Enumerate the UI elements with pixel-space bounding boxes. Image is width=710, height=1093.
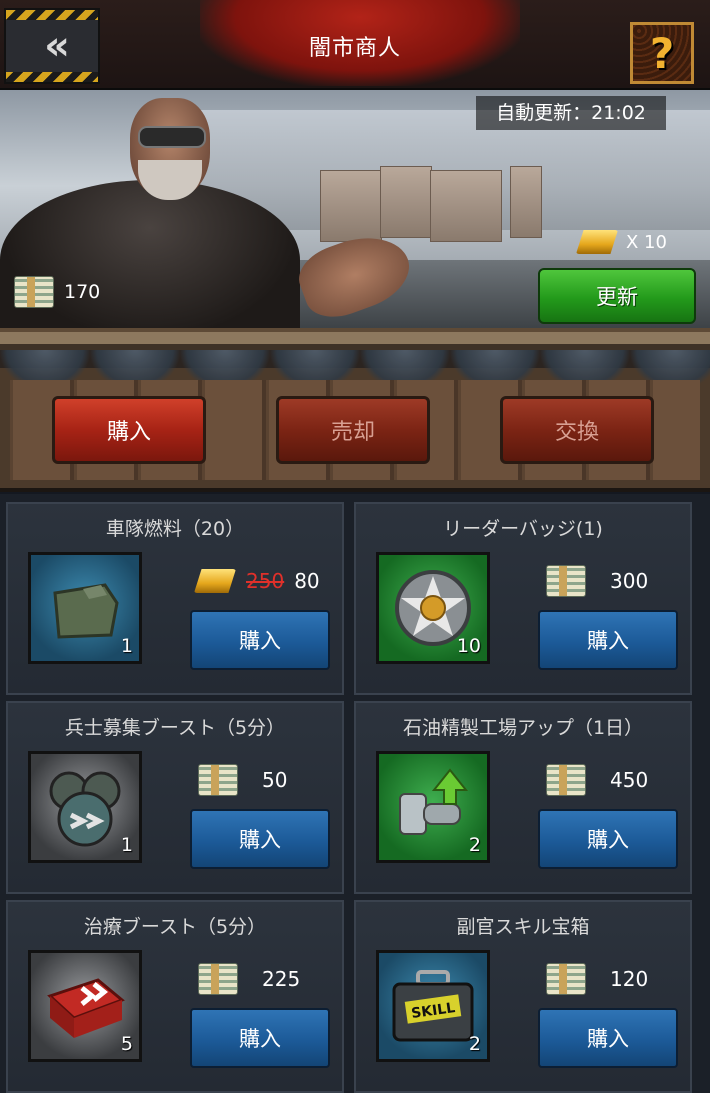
- item-thumbnail[interactable]: SKILL 2: [376, 950, 490, 1062]
- tab-exchange[interactable]: 交換: [500, 396, 654, 464]
- item-price: 300: [546, 564, 648, 598]
- item-thumbnail[interactable]: 1: [28, 552, 142, 664]
- merchant-goggles: [138, 126, 206, 148]
- help-button[interactable]: ?: [630, 22, 694, 84]
- price-value: 450: [610, 768, 649, 792]
- question-mark-icon: ?: [649, 28, 675, 78]
- medkit-icon: [47, 978, 125, 1038]
- tab-sell[interactable]: 売却: [276, 396, 430, 464]
- cargo-container: [430, 170, 502, 242]
- item-card-recruit-boost: 兵士募集ブースト（5分） 1 50 購入: [6, 701, 344, 894]
- price-value: 50: [262, 768, 288, 792]
- price-value: 120: [610, 967, 649, 991]
- item-price: 450: [546, 763, 648, 797]
- cash-stack-icon: [198, 963, 238, 995]
- item-card-oil-refinery: 石油精製工場アップ（1日） 2 450 購入: [354, 701, 692, 894]
- item-name: 副官スキル宝箱: [456, 916, 590, 938]
- item-name: 車隊燃料（20）: [105, 518, 245, 540]
- oil-barrel-upgrade-icon: [399, 768, 469, 835]
- cash-stack-icon: [14, 276, 54, 308]
- buy-button[interactable]: 購入: [538, 1008, 678, 1068]
- item-thumbnail[interactable]: 2: [376, 751, 490, 863]
- item-card-fuel: 車隊燃料（20） 1 250 80 購入: [6, 502, 344, 695]
- item-thumbnail[interactable]: 10: [376, 552, 490, 664]
- item-price: 120: [546, 962, 648, 996]
- cash-balance-value: 170: [64, 281, 101, 303]
- buy-button[interactable]: 購入: [538, 610, 678, 670]
- cash-stack-icon: [546, 963, 586, 995]
- page-title: 闇市商人: [308, 36, 401, 61]
- cargo-container: [510, 166, 542, 238]
- item-name: 石油精製工場アップ（1日）: [402, 717, 644, 739]
- item-count: 10: [456, 635, 481, 657]
- price-value: 225: [262, 967, 301, 991]
- soldier-helmet-icon: [49, 771, 121, 847]
- item-count: 2: [468, 1033, 481, 1055]
- item-name: リーダーバッジ(1): [443, 518, 603, 540]
- item-name: 治療ブースト（5分）: [83, 916, 267, 938]
- refresh-cost-value: X 10: [626, 231, 667, 253]
- cash-stack-icon: [546, 565, 586, 597]
- item-card-heal-boost: 治療ブースト（5分） 5 225 購入: [6, 900, 344, 1093]
- buy-button[interactable]: 購入: [190, 610, 330, 670]
- item-price: 250 80: [194, 564, 320, 598]
- cargo-container: [380, 166, 432, 238]
- cash-balance: 170: [14, 276, 100, 308]
- item-count: 5: [120, 1033, 133, 1055]
- item-price: 225: [198, 962, 300, 996]
- cargo-container: [320, 170, 382, 242]
- item-thumbnail[interactable]: 1: [28, 751, 142, 863]
- fuel-canister-icon: [53, 583, 119, 639]
- price-value: 80: [294, 569, 320, 593]
- buy-button[interactable]: 購入: [538, 809, 678, 869]
- item-thumbnail[interactable]: 5: [28, 950, 142, 1062]
- cash-stack-icon: [546, 764, 586, 796]
- auto-refresh-timer: 自動更新：21:02: [476, 96, 666, 130]
- item-card-skill-chest: 副官スキル宝箱 SKILL 2 120 購入: [354, 900, 692, 1093]
- gold-bar-icon: [576, 230, 618, 254]
- buy-button[interactable]: 購入: [190, 1008, 330, 1068]
- item-count: 1: [120, 834, 133, 856]
- item-count: 2: [468, 834, 481, 856]
- item-price: 50: [198, 763, 287, 797]
- item-count: 1: [120, 635, 133, 657]
- top-bar: « 闇市商人 ?: [0, 0, 710, 90]
- cash-stack-icon: [198, 764, 238, 796]
- gold-bar-icon: [194, 569, 236, 593]
- skill-chest-icon: SKILL: [392, 970, 474, 1042]
- item-card-leader-badge: リーダーバッジ(1) 10 300 購入: [354, 502, 692, 695]
- tab-buy[interactable]: 購入: [52, 396, 206, 464]
- refresh-button[interactable]: 更新: [538, 268, 696, 324]
- refresh-cost: X 10: [576, 230, 667, 254]
- item-grid: 車隊燃料（20） 1 250 80 購入 リーダーバッジ(1) 10 300 購…: [0, 494, 710, 1093]
- buy-button[interactable]: 購入: [190, 809, 330, 869]
- old-price: 250: [246, 569, 285, 593]
- item-name: 兵士募集ブースト（5分）: [64, 717, 286, 739]
- price-value: 300: [610, 569, 649, 593]
